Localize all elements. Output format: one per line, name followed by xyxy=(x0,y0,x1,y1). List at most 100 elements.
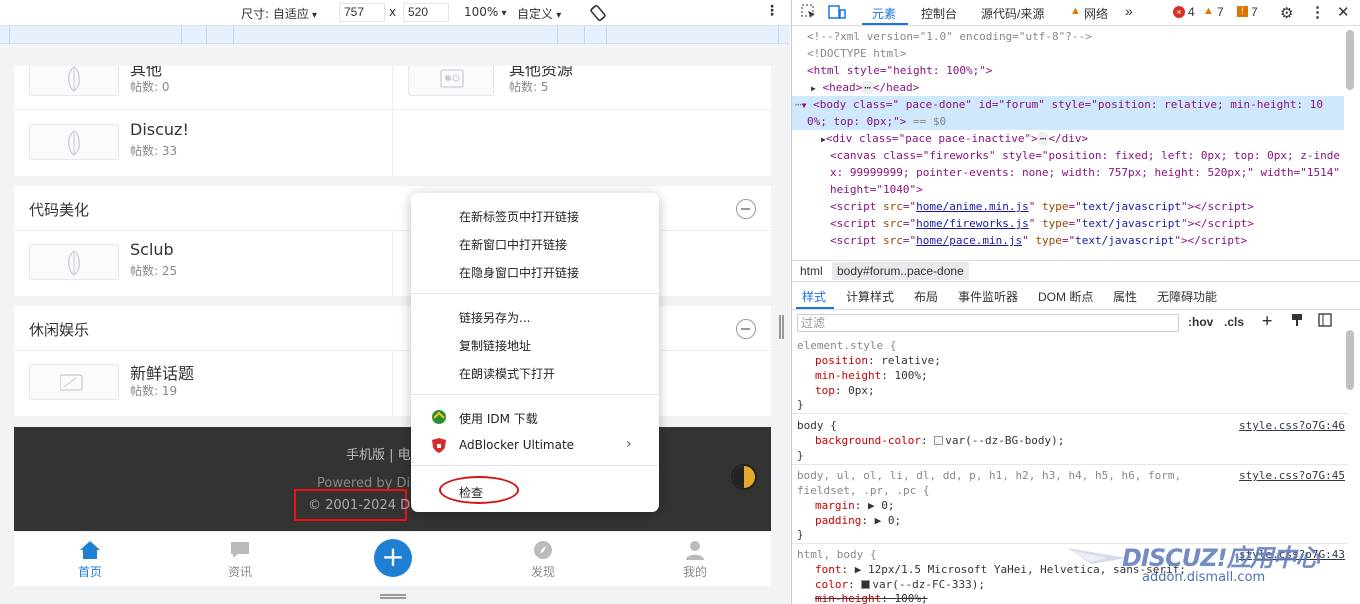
body-node[interactable]: ⋯▼ <body class=" pace-done" id="forum" s… xyxy=(795,96,1351,114)
tab-sources[interactable]: 源代码/来源 xyxy=(981,5,1044,22)
issue-icon: ! xyxy=(1237,6,1248,17)
post-button[interactable]: + xyxy=(374,539,412,577)
menu-item-save-link-as[interactable]: 链接另存为... xyxy=(459,309,530,326)
tab-console[interactable]: 控制台 xyxy=(921,5,957,22)
height-input[interactable]: 520 xyxy=(403,3,449,22)
styles-scrollbar[interactable] xyxy=(1346,330,1354,390)
more-tabs-icon[interactable]: » xyxy=(1125,3,1133,19)
menu-item-adblocker[interactable]: AdBlocker Ultimate xyxy=(459,438,574,452)
more-options-icon[interactable]: ⋮ xyxy=(1310,3,1325,21)
subtab-layout[interactable]: 布局 xyxy=(914,288,938,305)
script-node[interactable]: <script src="home/pace.min.js" type="tex… xyxy=(830,232,1360,249)
cls-toggle[interactable]: .cls xyxy=(1224,315,1244,329)
subtab-computed[interactable]: 计算样式 xyxy=(846,288,894,305)
menu-item-open-incognito[interactable]: 在隐身窗口中打开链接 xyxy=(459,264,579,281)
html-node[interactable]: <html style="height: 100%;"> xyxy=(807,62,1360,79)
body-node-cont[interactable]: 0%; top: 0px;"> == $0 xyxy=(807,113,1360,130)
rule-declaration[interactable]: margin: ▶ 0; xyxy=(815,498,1360,513)
canvas-node-cont[interactable]: height="1040"> xyxy=(830,181,1360,198)
subtab-dom-breakpoints[interactable]: DOM 断点 xyxy=(1038,288,1093,305)
rule-close: } xyxy=(797,398,804,411)
rule-selector[interactable]: element.style { xyxy=(797,338,1345,353)
forum-count: 帖数: 0 xyxy=(130,80,170,94)
throttle-dropdown[interactable]: 自定义 xyxy=(517,5,561,22)
tab-network[interactable]: 网络 xyxy=(1084,5,1108,22)
forum-card-top: 其他 帖数: 0 其他资源 帖数: 5 Discuz! 帖数: 33 xyxy=(14,66,771,176)
device-toggle-icon[interactable] xyxy=(828,4,846,23)
warning-count[interactable]: 7 xyxy=(1217,5,1224,19)
rule-source-link[interactable]: style.css?o7G:46 xyxy=(1239,418,1345,433)
script-node[interactable]: <script src="home/fireworks.js" type="te… xyxy=(830,215,1360,232)
crumb-body[interactable]: body#forum..pace-done xyxy=(832,262,969,280)
forum-item[interactable]: Sclub 帖数: 25 xyxy=(14,238,392,282)
forum-item[interactable]: Discuz! 帖数: 33 xyxy=(14,118,392,162)
dom-scrollbar[interactable] xyxy=(1346,30,1354,90)
warning-icon: ▲ xyxy=(1070,5,1081,17)
rule-declaration[interactable]: position: relative; xyxy=(815,353,1360,368)
menu-item-idm-download[interactable]: 使用 IDM 下载 xyxy=(459,410,538,427)
device-emulation-pane: 尺寸: 自适应 757 x 520 100% 自定义 ⋮ 其他 帖数: 0 其他… xyxy=(0,0,790,604)
xml-comment[interactable]: <!--?xml version="1.0" encoding="utf-8"?… xyxy=(807,28,1360,45)
issue-count[interactable]: 7 xyxy=(1251,5,1258,19)
zoom-dropdown[interactable]: 100% xyxy=(464,5,507,19)
resize-handle-horizontal[interactable] xyxy=(380,594,406,599)
close-icon[interactable]: ✕ xyxy=(1337,3,1350,21)
error-icon: × xyxy=(1173,6,1185,18)
footer-links[interactable]: 手机版 | 电 xyxy=(346,444,411,463)
rule-selector[interactable]: body {style.css?o7G:46 xyxy=(797,418,1345,433)
tab-mine[interactable]: 我的 xyxy=(665,540,725,580)
doctype-node[interactable]: <!DOCTYPE html> xyxy=(807,45,1360,62)
collapse-icon[interactable] xyxy=(736,199,756,219)
rule-declaration[interactable]: padding: ▶ 0; xyxy=(815,513,1360,528)
times-label: x xyxy=(389,5,397,19)
hov-toggle[interactable]: :hov xyxy=(1188,315,1213,329)
collapse-icon[interactable] xyxy=(736,319,756,339)
forum-item[interactable]: 其他资源 帖数: 5 xyxy=(393,66,771,98)
error-count[interactable]: 4 xyxy=(1188,5,1195,19)
chevron-right-icon: › xyxy=(626,436,632,452)
rotate-icon[interactable] xyxy=(588,3,608,26)
crumb-html[interactable]: html xyxy=(800,264,823,278)
subtab-properties[interactable]: 属性 xyxy=(1113,288,1137,305)
tab-discover[interactable]: 发现 xyxy=(513,540,573,580)
forum-item[interactable]: 其他 帖数: 0 xyxy=(14,66,392,98)
paint-icon[interactable] xyxy=(1290,313,1304,330)
forum-item[interactable]: 新鲜话题 帖数: 19 xyxy=(14,358,392,402)
styles-filter-input[interactable]: 过滤 xyxy=(797,314,1179,332)
sidebar-toggle-icon[interactable] xyxy=(1318,313,1332,330)
width-input[interactable]: 757 xyxy=(339,3,385,22)
menu-item-open-new-window[interactable]: 在新窗口中打开链接 xyxy=(459,236,567,253)
tab-home[interactable]: 首页 xyxy=(60,540,120,580)
watermark: DISCUZ!应用中心 addon.dismall.com xyxy=(1067,538,1357,598)
menu-item-reading-mode[interactable]: 在朗读模式下打开 xyxy=(459,365,555,382)
inspect-element-icon[interactable] xyxy=(801,4,817,23)
more-options-icon[interactable]: ⋮ xyxy=(765,3,779,19)
rule-source-link[interactable]: style.css?o7G:45 xyxy=(1239,468,1345,483)
tab-elements[interactable]: 元素 xyxy=(872,5,896,22)
add-rule-icon[interactable]: + xyxy=(1262,311,1272,331)
menu-item-open-new-tab[interactable]: 在新标签页中打开链接 xyxy=(459,208,579,225)
pace-div-node[interactable]: ▶<div class="pace pace-inactive"> ⋯ </div> xyxy=(821,130,1360,148)
head-node[interactable]: ▶ <head> ⋯ </head> xyxy=(811,79,1360,97)
subtab-event-listeners[interactable]: 事件监听器 xyxy=(958,288,1018,305)
resize-handle-vertical[interactable] xyxy=(779,315,784,339)
canvas-node-cont[interactable]: x: 99999999; pointer-events: none; width… xyxy=(830,164,1360,181)
theme-toggle-icon[interactable] xyxy=(731,464,757,490)
media-query-ruler xyxy=(0,26,790,44)
subtab-accessibility[interactable]: 无障碍功能 xyxy=(1157,288,1217,305)
rule-declaration[interactable]: background-color: var(--dz-BG-body); xyxy=(815,433,1360,448)
menu-item-copy-link[interactable]: 复制链接地址 xyxy=(459,337,531,354)
forum-logo xyxy=(29,124,119,160)
gear-icon[interactable]: ⚙ xyxy=(1280,4,1293,22)
rule-declaration[interactable]: top: 0px; xyxy=(815,383,1360,398)
subtab-styles[interactable]: 样式 xyxy=(802,288,826,305)
rule-selector[interactable]: body, ul, ol, li, dl, dd, p, h1, h2, h3,… xyxy=(797,468,1345,483)
canvas-node[interactable]: <canvas class="fireworks" style="positio… xyxy=(830,147,1360,164)
menu-item-inspect[interactable]: 检查 xyxy=(459,484,483,501)
tab-news[interactable]: 资讯 xyxy=(210,540,270,580)
rule-declaration[interactable]: min-height: 100%; xyxy=(815,368,1360,383)
tab-label: 发现 xyxy=(530,565,555,579)
device-toolbar: 尺寸: 自适应 757 x 520 100% 自定义 ⋮ xyxy=(0,0,790,26)
dimensions-dropdown[interactable]: 尺寸: 自适应 xyxy=(241,5,317,22)
script-node[interactable]: <script src="home/anime.min.js" type="te… xyxy=(830,198,1360,215)
